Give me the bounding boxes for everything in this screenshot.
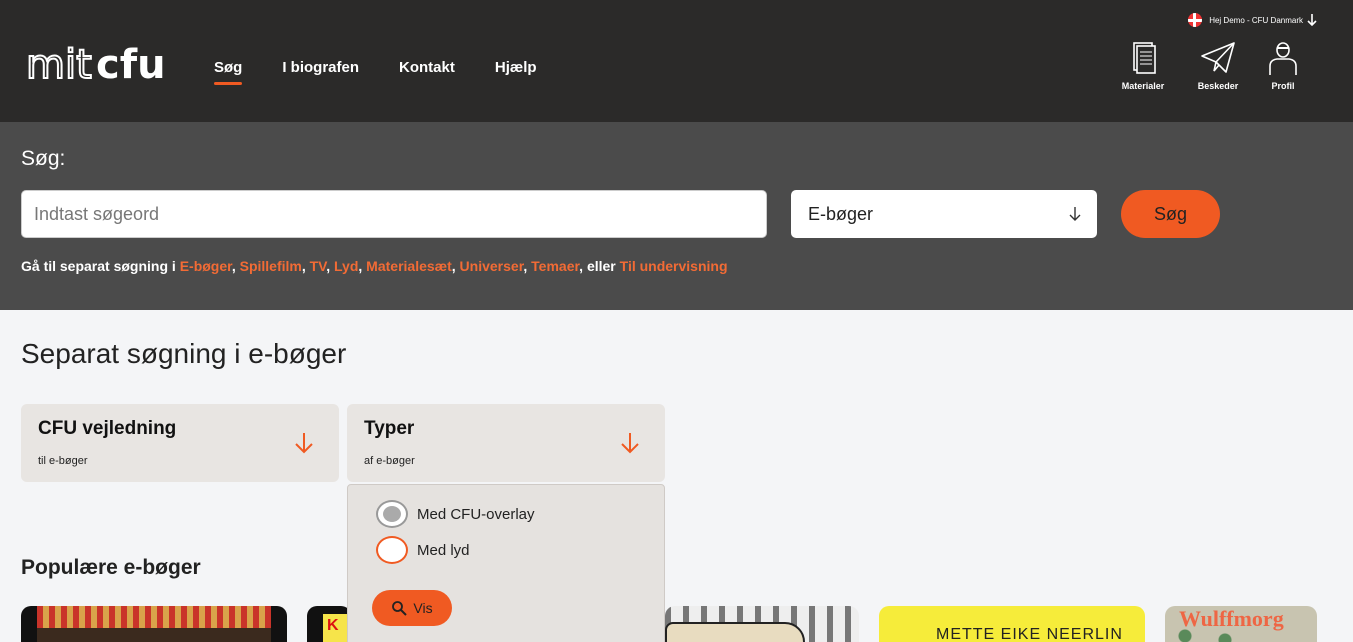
profile-icon bbox=[1269, 42, 1297, 75]
beskeder-button[interactable]: Beskeder bbox=[1183, 40, 1253, 91]
arrow-down-icon bbox=[621, 433, 639, 454]
header-icon-bar: Materialer Beskeder Profil bbox=[1103, 40, 1313, 91]
filter-title: CFU vejledning bbox=[38, 418, 177, 439]
nav-item-sog[interactable]: Søg bbox=[214, 59, 243, 85]
page-title: Separat søgning i e-bøger bbox=[21, 338, 347, 369]
radio-button[interactable] bbox=[376, 500, 408, 528]
separate-search-links: Gå til separat søgning i E-bøger, Spille… bbox=[21, 258, 728, 274]
option-label: Med lyd bbox=[417, 541, 470, 559]
filter-title: Typer bbox=[364, 418, 415, 439]
search-section: Søg: E-bøger Søg Gå til separat søgning … bbox=[0, 122, 1353, 310]
svg-text:mit: mit bbox=[26, 42, 92, 84]
book-cover-text: Wulffmorg bbox=[1179, 606, 1284, 631]
materialer-label: Materialer bbox=[1121, 81, 1165, 91]
svg-text:cfu: cfu bbox=[96, 42, 166, 84]
user-greeting[interactable]: Hej Demo - CFU Danmark bbox=[1188, 13, 1317, 27]
materialer-button[interactable]: Materialer bbox=[1103, 40, 1183, 91]
media-type-select[interactable]: E-bøger bbox=[791, 190, 1097, 238]
option-med-lyd[interactable]: Med lyd bbox=[376, 536, 470, 564]
option-label: Med CFU-overlay bbox=[417, 505, 535, 523]
book-card[interactable] bbox=[21, 606, 287, 642]
search-icon bbox=[392, 601, 408, 616]
separate-search-prefix: Gå til separat søgning i bbox=[21, 258, 176, 274]
link-lyd[interactable]: Lyd bbox=[334, 258, 358, 274]
book-card[interactable] bbox=[665, 606, 859, 642]
link-e-boger[interactable]: E-bøger bbox=[180, 258, 232, 274]
site-header: mit cfu Søg I biografen Kontakt Hjælp He… bbox=[0, 0, 1353, 122]
vis-button[interactable]: Vis bbox=[372, 590, 452, 626]
typer-dropdown: Med CFU-overlay Med lyd Vis bbox=[347, 484, 665, 642]
filter-typer[interactable]: Typer af e-bøger bbox=[347, 404, 665, 482]
search-label: Søg: bbox=[21, 147, 66, 170]
profil-button[interactable]: Profil bbox=[1253, 40, 1313, 91]
filter-subtitle: til e-bøger bbox=[38, 455, 88, 467]
beskeder-label: Beskeder bbox=[1197, 81, 1239, 91]
radio-button[interactable] bbox=[376, 536, 408, 564]
link-tv[interactable]: TV bbox=[310, 258, 327, 274]
arrow-down-icon bbox=[1307, 14, 1317, 26]
link-temaer[interactable]: Temaer bbox=[531, 258, 579, 274]
link-universer[interactable]: Universer bbox=[460, 258, 524, 274]
option-med-cfu-overlay[interactable]: Med CFU-overlay bbox=[376, 500, 535, 528]
book-card[interactable]: Wulffmorg bbox=[1165, 606, 1317, 642]
vis-label: Vis bbox=[413, 600, 433, 616]
search-input[interactable] bbox=[21, 190, 767, 238]
media-type-value: E-bøger bbox=[808, 203, 874, 224]
filter-subtitle: af e-bøger bbox=[364, 455, 415, 467]
book-cover bbox=[37, 606, 271, 642]
paper-plane-icon bbox=[1201, 42, 1235, 73]
nav-item-i-biografen[interactable]: I biografen bbox=[282, 59, 359, 76]
profil-label: Profil bbox=[1271, 81, 1295, 91]
filter-cfu-vejledning[interactable]: CFU vejledning til e-bøger bbox=[21, 404, 339, 482]
or-word: eller bbox=[586, 258, 616, 274]
main-nav: Søg I biografen Kontakt Hjælp bbox=[214, 59, 577, 85]
arrow-down-icon bbox=[1069, 207, 1081, 221]
popular-section-title: Populære e-bøger bbox=[21, 556, 201, 579]
link-spillefilm[interactable]: Spillefilm bbox=[240, 258, 302, 274]
search-button[interactable]: Søg bbox=[1121, 190, 1220, 238]
arrow-down-icon bbox=[295, 433, 313, 454]
book-card[interactable]: METTE EIKE NEERLIN bbox=[879, 606, 1145, 642]
mitcfu-logo[interactable]: mit cfu bbox=[26, 38, 172, 84]
danish-flag-icon bbox=[1188, 13, 1203, 27]
book-cover bbox=[665, 622, 805, 642]
nav-item-kontakt[interactable]: Kontakt bbox=[399, 59, 455, 76]
materials-icon bbox=[1133, 42, 1156, 74]
link-til-undervisning[interactable]: Til undervisning bbox=[620, 258, 728, 274]
book-card[interactable] bbox=[307, 606, 351, 642]
book-cover-text: METTE EIKE NEERLIN bbox=[936, 626, 1123, 642]
nav-item-hjaelp[interactable]: Hjælp bbox=[495, 59, 537, 76]
greeting-text: Hej Demo - CFU Danmark bbox=[1209, 15, 1303, 25]
link-materialesaet[interactable]: Materialesæt bbox=[366, 258, 452, 274]
